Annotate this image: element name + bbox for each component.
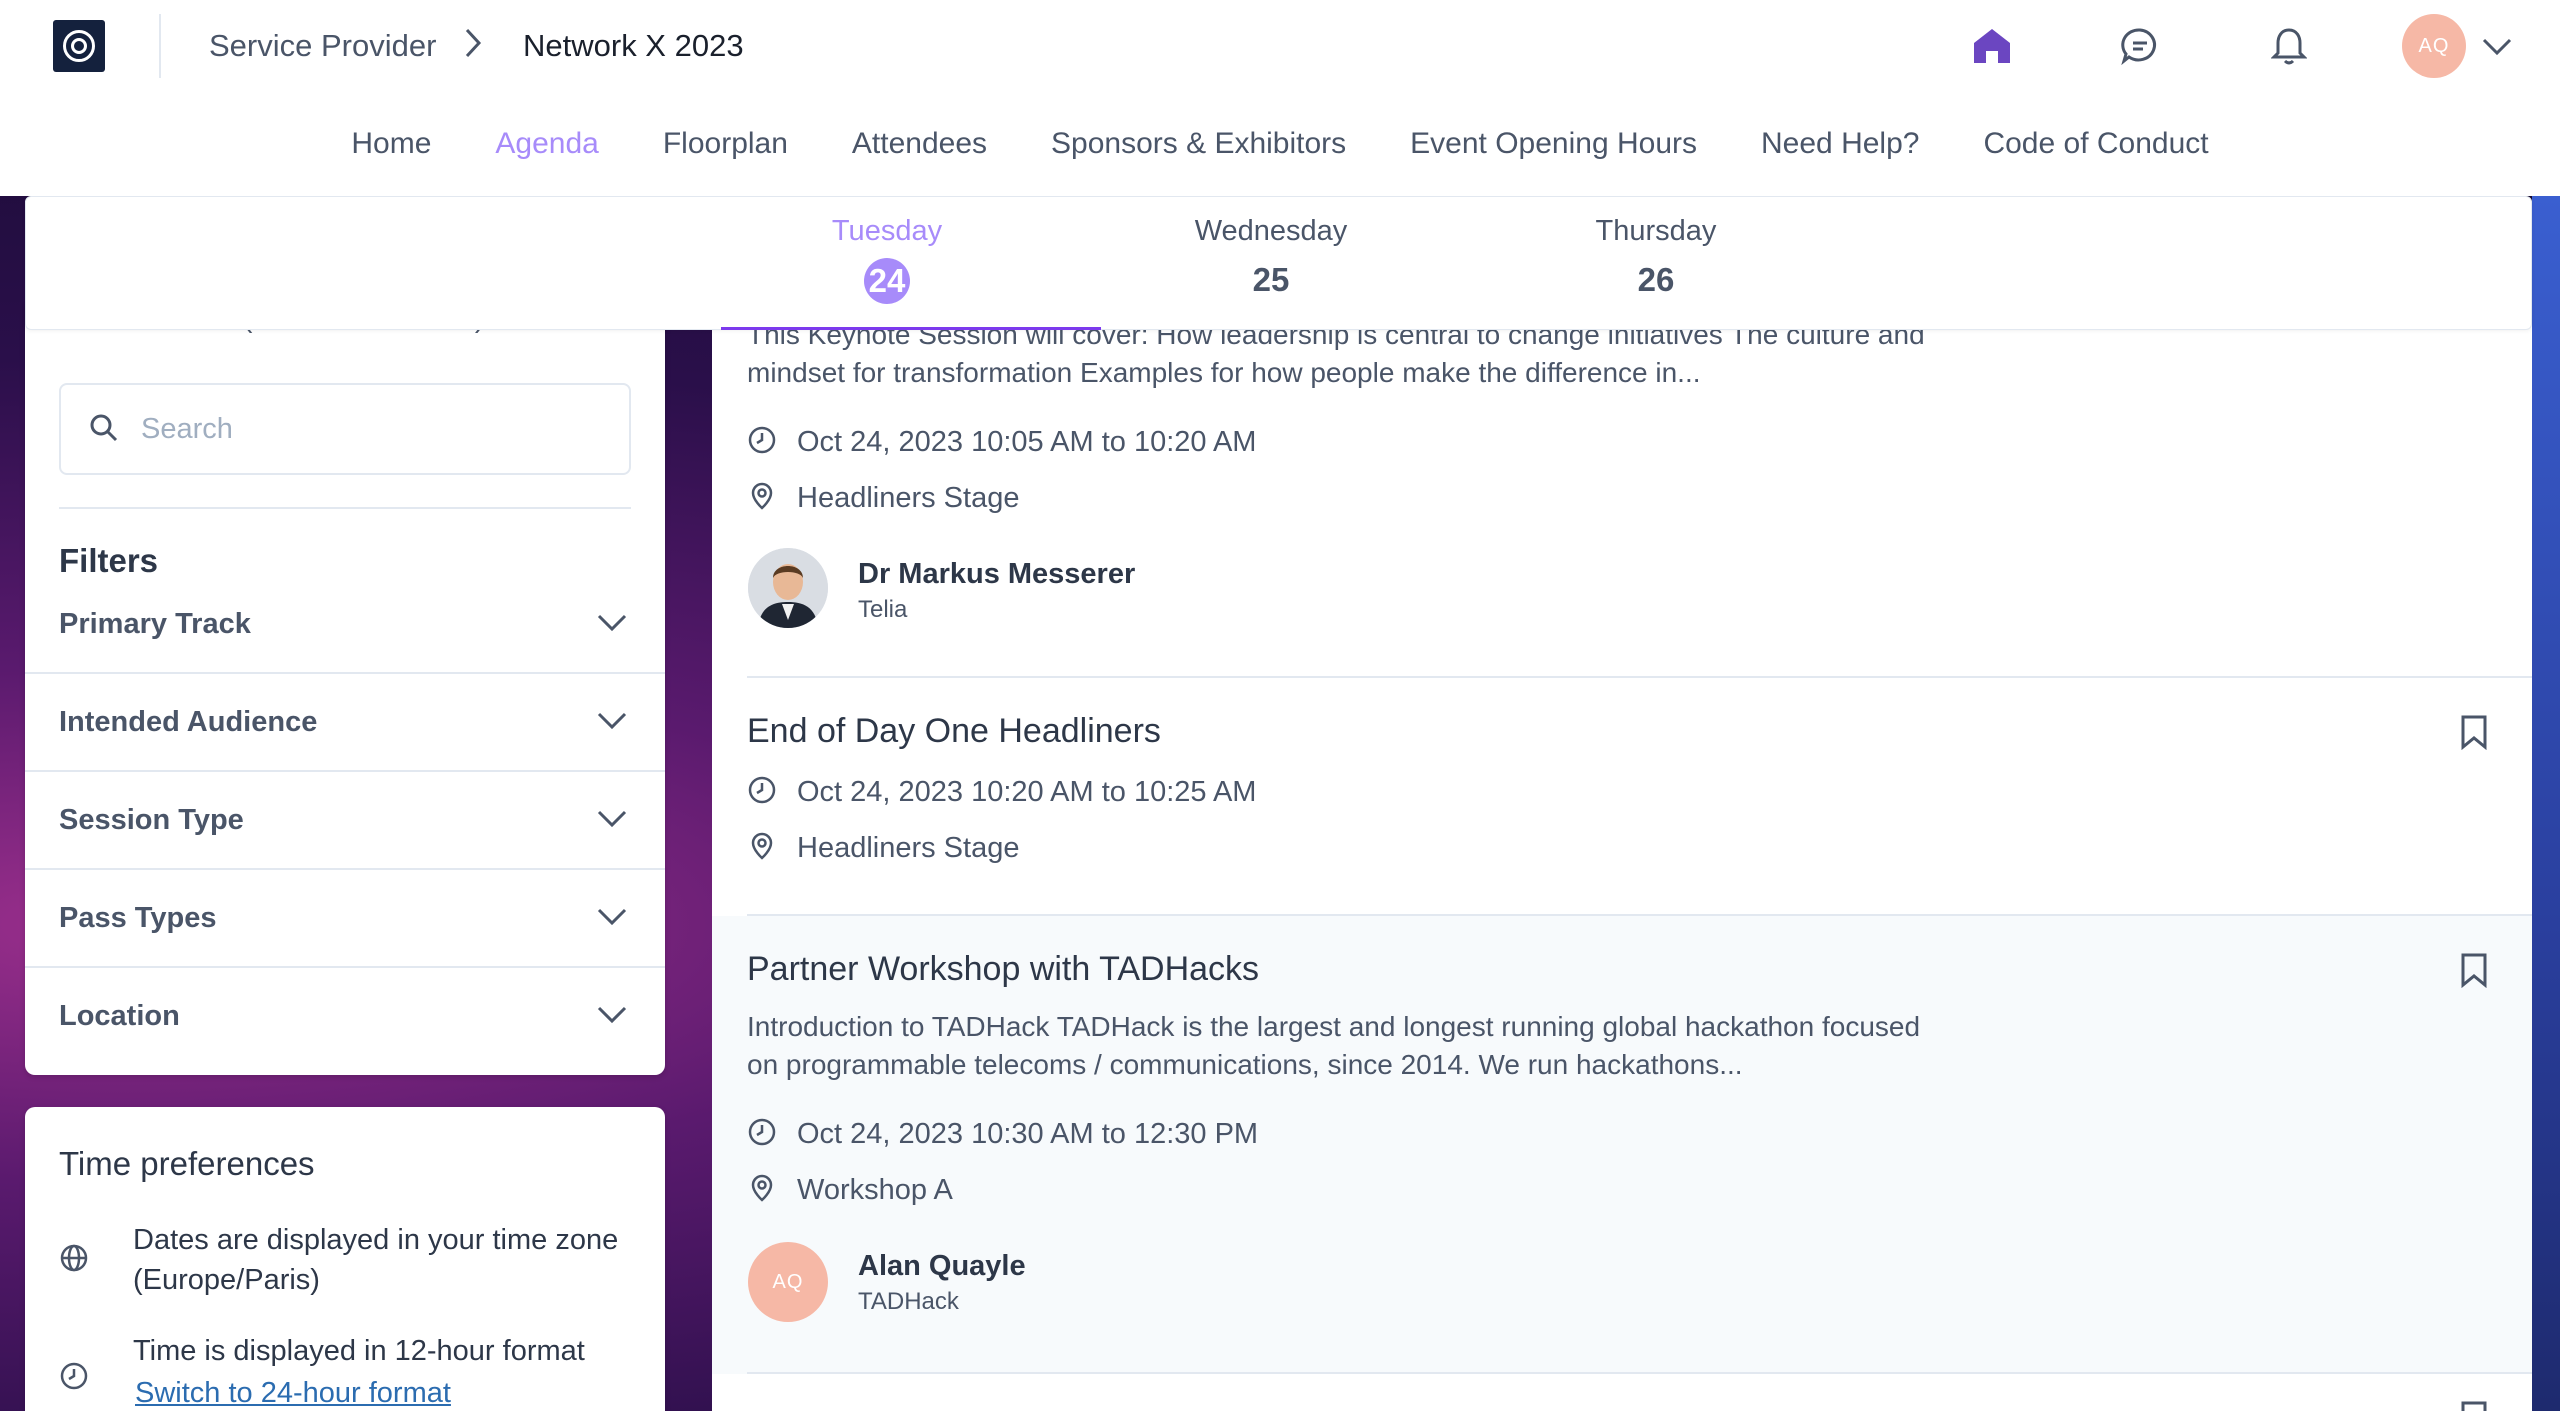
- home-icon[interactable]: [1970, 24, 2014, 68]
- session-description: Introduction to TADHack TADHack is the l…: [747, 1011, 1921, 1080]
- clock-icon: [59, 1361, 89, 1396]
- search-placeholder: Search: [141, 413, 233, 445]
- session-time-text: Oct 24, 2023 10:05 AM to 10:20 AM: [797, 425, 1257, 458]
- session-time: Oct 24, 2023 10:20 AM to 10:25 AM: [747, 772, 1256, 812]
- main-nav: Home Agenda Floorplan Attendees Sponsors…: [0, 118, 2560, 170]
- nav-agenda[interactable]: Agenda: [463, 118, 630, 170]
- filter-panel: Refine the list (min. 2 characters) Sear…: [25, 300, 665, 1075]
- session-location: Headliners Stage: [747, 828, 1019, 868]
- filter-session-type[interactable]: Session Type: [25, 772, 665, 870]
- chat-icon[interactable]: [2118, 24, 2162, 68]
- filter-label: Primary Track: [59, 608, 251, 640]
- clock-icon: [747, 775, 777, 810]
- timezone-text: Dates are displayed in your time zone (E…: [133, 1224, 619, 1296]
- session-card[interactable]: End of Day One Headliners Oct 24, 2023 1…: [712, 678, 2532, 916]
- filter-label: Session Type: [59, 804, 244, 836]
- day-number: 26: [1637, 261, 1675, 298]
- active-tab-indicator: [721, 327, 1101, 330]
- chevron-down-icon: [597, 806, 627, 835]
- day-name: Wednesday: [1194, 215, 1348, 247]
- filter-intended-audience[interactable]: Intended Audience: [25, 674, 665, 772]
- location-pin-icon: [747, 831, 777, 866]
- speaker-name[interactable]: Alan Quayle: [858, 1250, 1026, 1283]
- session-time-text: Oct 24, 2023 10:20 AM to 10:25 AM: [797, 775, 1257, 808]
- session-location: Headliners Stage: [747, 478, 1019, 518]
- nav-sponsors[interactable]: Sponsors & Exhibitors: [1019, 118, 1378, 170]
- speaker-name[interactable]: Dr Markus Messerer: [858, 558, 1135, 591]
- speaker-photo[interactable]: [748, 548, 828, 628]
- switch-time-format-link[interactable]: Switch to 24-hour format: [135, 1377, 451, 1410]
- bell-icon[interactable]: [2267, 24, 2311, 68]
- day-number: 24: [787, 258, 987, 304]
- speaker-org: TADHack: [858, 1288, 959, 1315]
- breadcrumb-parent[interactable]: Service Provider: [209, 28, 436, 64]
- session-location-text: Headliners Stage: [797, 481, 1020, 514]
- session-list: This Keynote Session will cover: How lea…: [712, 300, 2532, 1411]
- chevron-down-icon: [597, 610, 627, 639]
- bookmark-icon[interactable]: [2458, 1400, 2490, 1411]
- nav-floorplan[interactable]: Floorplan: [631, 118, 820, 170]
- speaker-org: Telia: [858, 596, 908, 623]
- tab-thursday[interactable]: Thursday 26: [1556, 215, 1756, 302]
- time-preferences-title: Time preferences: [59, 1145, 315, 1182]
- session-time: Oct 24, 2023 10:05 AM to 10:20 AM: [747, 422, 1256, 462]
- tab-tuesday[interactable]: Tuesday 24: [787, 215, 987, 304]
- clock-icon: [747, 1117, 777, 1152]
- session-card[interactable]: This Keynote Session will cover: How lea…: [712, 300, 2532, 678]
- session-time: Oct 24, 2023 10:30 AM to 12:30 PM: [747, 1114, 1258, 1154]
- day-name: Thursday: [1595, 215, 1717, 247]
- speaker-avatar[interactable]: AQ: [748, 1242, 828, 1322]
- header-divider: [159, 14, 161, 78]
- session-location: Workshop A: [747, 1170, 953, 1210]
- clock-icon: [747, 425, 777, 460]
- chevron-down-icon[interactable]: [2480, 28, 2514, 71]
- event-logo[interactable]: [53, 20, 105, 72]
- logo-icon: [63, 30, 95, 62]
- time-format-text: Time is displayed in 12-hour format: [133, 1335, 585, 1367]
- session-divider: [747, 1372, 2532, 1374]
- filter-pass-types[interactable]: Pass Types: [25, 870, 665, 968]
- nav-attendees[interactable]: Attendees: [820, 118, 1019, 170]
- top-header: Service Provider Network X 2023 AQ Home …: [0, 0, 2560, 196]
- session-card[interactable]: Partner Workshop with TADHacks Introduct…: [712, 916, 2532, 1374]
- globe-icon: [59, 1243, 89, 1278]
- time-preferences-panel: Time preferences Dates are displayed in …: [25, 1107, 665, 1411]
- user-avatar[interactable]: AQ: [2402, 14, 2466, 78]
- day-name: Tuesday: [831, 215, 943, 247]
- filters-heading: Filters: [59, 542, 159, 579]
- filter-primary-track[interactable]: Primary Track: [25, 576, 665, 674]
- background-art-right: [2532, 196, 2560, 1411]
- session-location-text: Headliners Stage: [797, 831, 1020, 864]
- filter-location[interactable]: Location: [25, 968, 665, 1066]
- day-number: 25: [1252, 261, 1290, 298]
- bookmark-icon[interactable]: [2458, 952, 2490, 993]
- search-icon: [89, 413, 119, 450]
- session-location-text: Workshop A: [797, 1173, 953, 1206]
- nav-code-of-conduct[interactable]: Code of Conduct: [1951, 118, 2240, 170]
- breadcrumb-current: Network X 2023: [523, 28, 744, 63]
- session-time-text: Oct 24, 2023 10:30 AM to 12:30 PM: [797, 1117, 1259, 1150]
- filter-label: Intended Audience: [59, 706, 318, 738]
- nav-home[interactable]: Home: [319, 118, 463, 170]
- filter-label: Location: [59, 1000, 180, 1032]
- tab-wednesday[interactable]: Wednesday 25: [1171, 215, 1371, 302]
- divider: [59, 507, 631, 509]
- filter-label: Pass Types: [59, 902, 217, 934]
- day-tabs: Tuesday 24 Wednesday 25 Thursday 26: [25, 196, 2532, 330]
- chevron-down-icon: [597, 708, 627, 737]
- chevron-down-icon: [597, 904, 627, 933]
- chevron-down-icon: [597, 1002, 627, 1031]
- location-pin-icon: [747, 1173, 777, 1208]
- breadcrumb-chevron-icon: [463, 26, 485, 68]
- nav-need-help[interactable]: Need Help?: [1729, 118, 1951, 170]
- search-input[interactable]: Search: [59, 383, 631, 475]
- session-title[interactable]: Partner Workshop with TADHacks: [747, 950, 1259, 989]
- bookmark-icon[interactable]: [2458, 714, 2490, 755]
- nav-opening-hours[interactable]: Event Opening Hours: [1378, 118, 1729, 170]
- session-title[interactable]: End of Day One Headliners: [747, 712, 1161, 751]
- location-pin-icon: [747, 481, 777, 516]
